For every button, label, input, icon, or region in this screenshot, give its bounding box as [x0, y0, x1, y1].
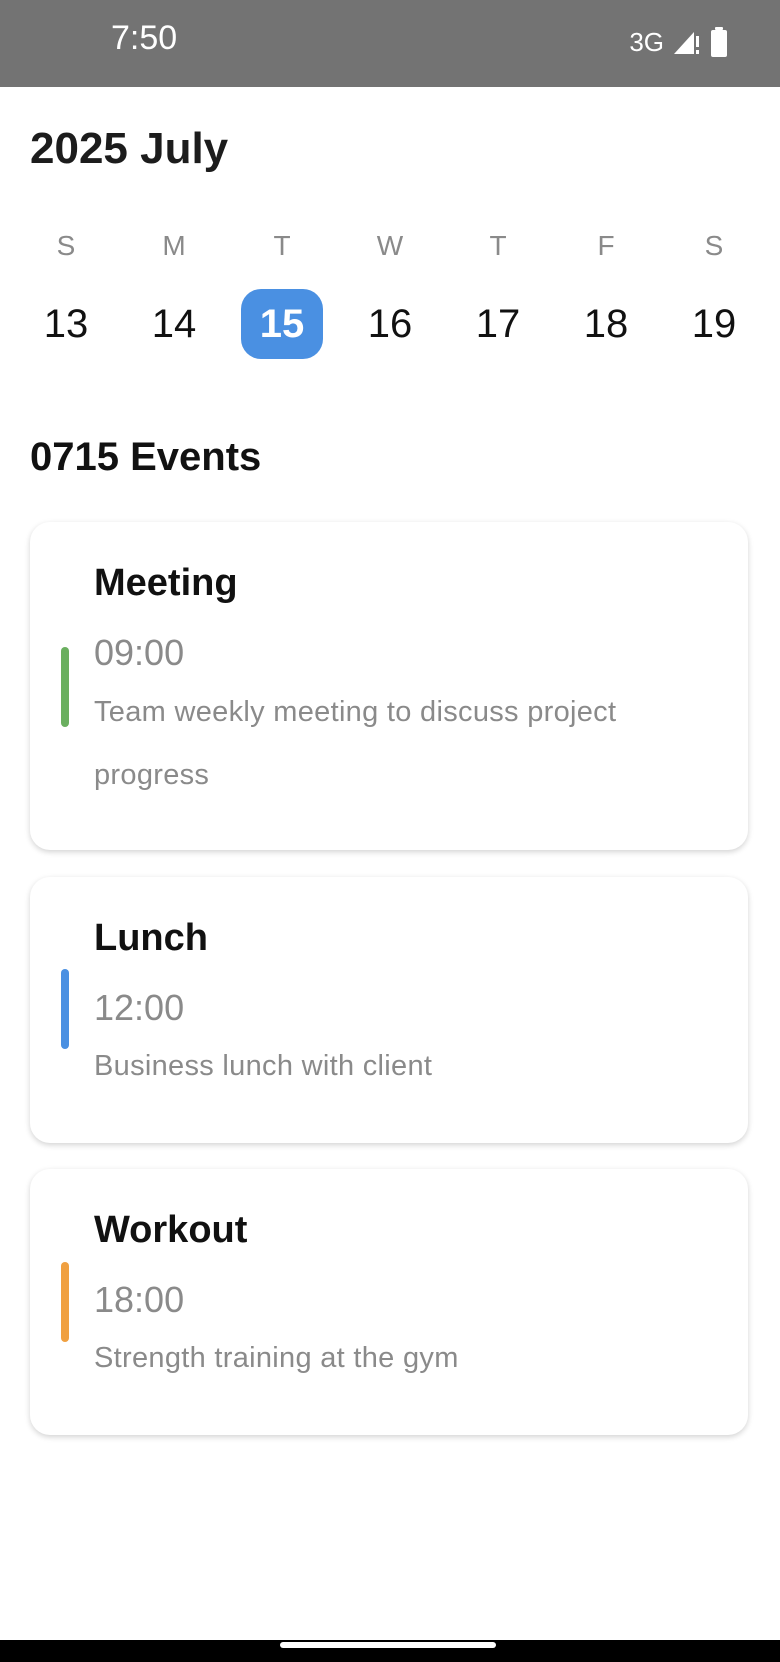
day-number[interactable]: 16 [349, 289, 431, 359]
weekday-label: W [376, 230, 404, 261]
home-handle[interactable] [280, 1642, 496, 1648]
day-column[interactable]: W 16 [336, 228, 444, 368]
day-number[interactable]: 14 [133, 289, 215, 359]
day-number-selected[interactable]: 15 [241, 289, 323, 359]
status-icons: 3G [629, 22, 728, 62]
network-type: 3G [629, 26, 664, 57]
weekday-label: S [56, 230, 76, 261]
month-title: 2025 July [30, 124, 229, 173]
event-color-bar [61, 969, 69, 1049]
day-column[interactable]: T 15 [228, 228, 336, 368]
week-strip: S 13 M 14 T 15 W 16 T 17 F 18 S 19 [12, 228, 768, 368]
day-column[interactable]: S 13 [12, 228, 120, 368]
event-title: Lunch [94, 917, 208, 959]
system-nav-bar [0, 1640, 780, 1662]
signal-icon [674, 32, 699, 54]
status-bar: 7:50 3G [0, 0, 780, 87]
weekday-label: F [597, 230, 615, 261]
day-number[interactable]: 17 [457, 289, 539, 359]
day-column[interactable]: T 17 [444, 228, 552, 368]
battery-icon [711, 27, 727, 57]
day-column[interactable]: F 18 [552, 228, 660, 368]
event-card-meeting[interactable]: Meeting 09:00 Team weekly meeting to dis… [30, 522, 748, 850]
event-time: 18:00 [94, 1279, 185, 1320]
event-card-workout[interactable]: Workout 18:00 Strength training at the g… [30, 1169, 748, 1435]
event-color-bar [61, 1262, 69, 1342]
weekday-label: T [273, 230, 291, 261]
day-number[interactable]: 19 [673, 289, 755, 359]
weekday-label: T [489, 230, 507, 261]
status-time: 7:50 [111, 19, 178, 57]
event-card-lunch[interactable]: Lunch 12:00 Business lunch with client [30, 877, 748, 1143]
weekday-label: M [162, 230, 186, 261]
screen: 7:50 3G 2025 July S 13 M 14 T 15 W 16 T … [0, 0, 780, 1662]
event-description: Business lunch with client [94, 1050, 433, 1082]
event-time: 09:00 [94, 632, 185, 673]
event-time: 12:00 [94, 987, 185, 1028]
event-title: Workout [94, 1209, 248, 1251]
events-heading: 0715 Events [30, 435, 262, 479]
event-title: Meeting [94, 562, 238, 604]
day-column[interactable]: S 19 [660, 228, 768, 368]
day-column[interactable]: M 14 [120, 228, 228, 368]
event-description: Strength training at the gym [94, 1342, 459, 1374]
event-description: Team weekly meeting to discuss project p… [94, 696, 617, 791]
day-number[interactable]: 18 [565, 289, 647, 359]
event-color-bar [61, 647, 69, 727]
weekday-label: S [704, 230, 724, 261]
day-number[interactable]: 13 [25, 289, 107, 359]
